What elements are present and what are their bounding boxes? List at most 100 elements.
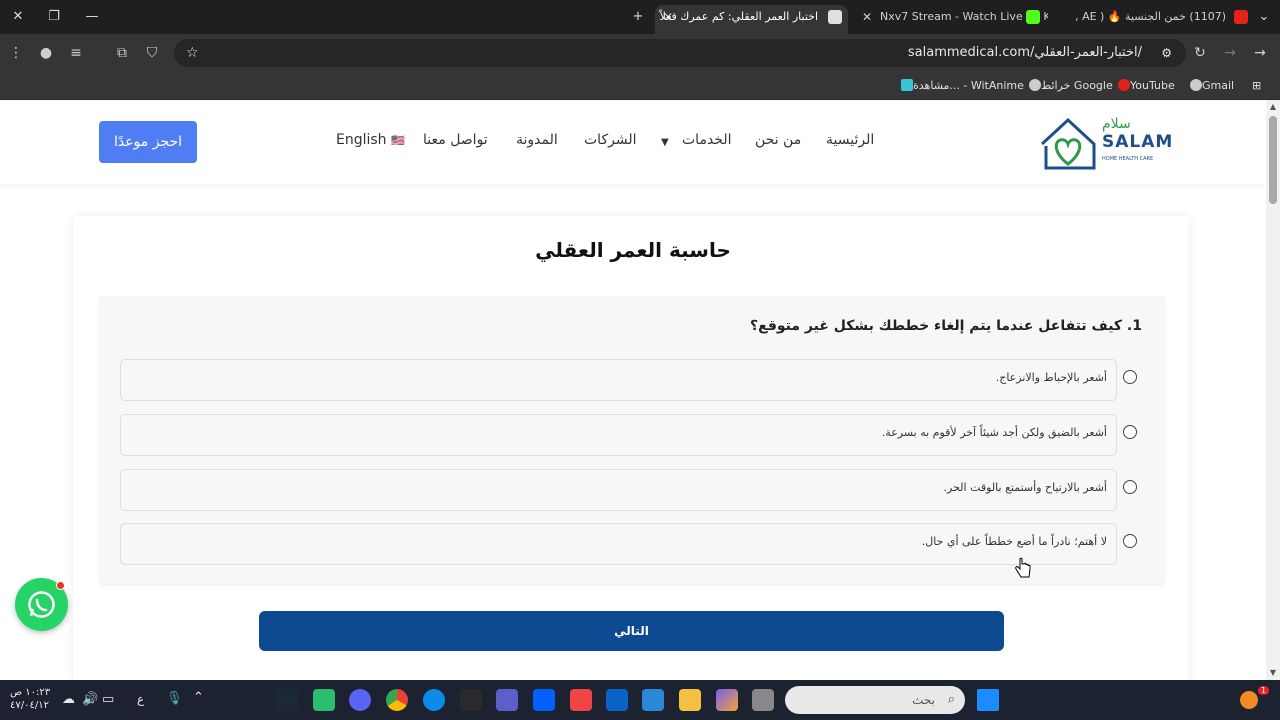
bookmark-star-icon[interactable]: ☆ (186, 39, 199, 67)
browser-tab-strip: ✕ ❐ — + ✕ (1107) خمن الجنسية 🔥 ( QA , AE… (0, 0, 1280, 34)
windows-taskbar: ١٠:٢٣ ص ٤٧/٠٤/١٢ ☁ 🔊 ▭ ع 🎙 ⌃ ⌕ بحث 1 (0, 680, 1280, 720)
tab-title: (1107) خمن الجنسية 🔥 ( QA , AE (1072, 10, 1226, 23)
nav-home[interactable]: الرئيسية (826, 132, 874, 148)
scroll-thumb[interactable] (1269, 116, 1277, 204)
microphone-icon[interactable]: 🎙 (166, 691, 183, 706)
nav-language[interactable]: English 🇺🇸 (336, 132, 405, 148)
witanime-icon (901, 79, 913, 91)
site-favicon-icon (828, 10, 842, 24)
answer-radio-1[interactable] (1123, 370, 1137, 384)
hand-cursor-icon (1015, 557, 1031, 578)
teams-icon[interactable] (496, 689, 518, 711)
back-icon[interactable]: → (1250, 43, 1270, 63)
clock-date: ٤٧/٠٤/١٢ (10, 700, 49, 711)
menu-icon[interactable]: ⋮ (6, 43, 26, 63)
taskbar-search[interactable]: ⌕ بحث (785, 686, 965, 714)
tray-chevron-icon[interactable]: ⌃ (193, 690, 204, 705)
bookmark-label: YouTube (1130, 79, 1175, 92)
scroll-up-icon[interactable]: ▲ (1269, 103, 1277, 111)
option-label: أشعر بالضيق ولكن أجد شيئاً آخر لأقوم به … (881, 426, 1107, 439)
nav-contact[interactable]: تواصل معنا (423, 132, 488, 148)
tab-search-chevron-icon[interactable]: ⌄ (1254, 8, 1274, 26)
kick-icon (1026, 10, 1040, 24)
services-dropdown-icon[interactable]: ▼ (661, 137, 669, 148)
forward-icon[interactable]: → (1220, 43, 1240, 63)
notification-count-badge: 1 (1258, 686, 1270, 695)
answer-option-4[interactable]: لا أهتم؛ نادراً ما أضع خططاً على أي حال. (120, 523, 1117, 565)
language-label: English (336, 132, 387, 148)
epic-games-icon[interactable] (460, 689, 482, 711)
steam-icon[interactable] (276, 689, 298, 711)
page-scrollbar[interactable]: ▲ ▼ (1266, 100, 1280, 680)
globe-icon (1029, 79, 1041, 91)
option-label: أشعر بالارتياح وأستمتع بالوقت الحر. (943, 481, 1108, 494)
site-settings-icon[interactable]: ⚙ (1161, 39, 1172, 67)
bookmark-label: خرائط Google (1041, 79, 1113, 92)
chrome-icon[interactable] (386, 689, 408, 711)
tab-youtube[interactable]: ✕ (1107) خمن الجنسية 🔥 ( QA , AE (1072, 5, 1248, 34)
answer-radio-3[interactable] (1123, 480, 1137, 494)
search-icon: ⌕ (947, 692, 955, 707)
store-icon[interactable] (642, 689, 664, 711)
media-controls-icon[interactable]: ≡ (66, 43, 86, 63)
answer-radio-4[interactable] (1123, 534, 1137, 548)
nav-services[interactable]: الخدمات (682, 132, 732, 148)
notification-app-icon[interactable] (1240, 691, 1258, 709)
address-bar[interactable]: ☆ salammedical.com/اختبار-العمر-العقلي/ … (174, 39, 1186, 67)
notification-dot (56, 581, 65, 590)
shield-extension-icon[interactable]: ⛉ (142, 43, 162, 63)
extensions-icon[interactable]: ⧉ (112, 43, 132, 63)
bookmark-google-maps[interactable]: خرائط Google (1025, 77, 1113, 95)
clock-time: ١٠:٢٣ ص (10, 687, 51, 698)
tab-close-icon[interactable]: ✕ (862, 5, 872, 29)
reload-icon[interactable]: ↻ (1190, 43, 1210, 63)
logo-brand: SALAM (1102, 132, 1174, 152)
answer-radio-2[interactable] (1123, 425, 1137, 439)
volume-icon[interactable]: 🔊 (82, 692, 98, 707)
answer-option-3[interactable]: أشعر بالارتياح وأستمتع بالوقت الحر. (120, 469, 1117, 511)
edge-icon[interactable] (423, 689, 445, 711)
minimize-window-icon[interactable]: — (82, 8, 102, 26)
file-explorer-icon[interactable] (679, 689, 701, 711)
cloud-icon[interactable]: ☁ (62, 692, 75, 707)
logo-tagline: HOME HEALTH CARE (1102, 156, 1154, 162)
tab-active-quiz[interactable]: ✕ اختبار العمر العقلي: كم عمرك فعلاً (655, 5, 848, 34)
new-tab-button[interactable]: + (628, 8, 648, 26)
option-label: لا أهتم؛ نادراً ما أضع خططاً على أي حال. (921, 535, 1107, 548)
salam-logo[interactable]: سلام SALAM HOME HEALTH CARE (1038, 114, 1172, 172)
taskbar-clock[interactable]: ١٠:٢٣ ص ٤٧/٠٤/١٢ (10, 686, 50, 712)
nav-blog[interactable]: المدونة (516, 132, 558, 148)
app-green-icon[interactable] (313, 689, 335, 711)
windows-start-icon[interactable] (977, 689, 999, 711)
search-placeholder: بحث (912, 693, 935, 707)
whatsapp-chat-button[interactable] (15, 578, 68, 631)
next-button[interactable]: التالي (259, 611, 1004, 651)
dropbox-icon[interactable] (533, 689, 555, 711)
nav-companies[interactable]: الشركات (584, 132, 636, 148)
globe-icon (1190, 79, 1202, 91)
input-language[interactable]: ع (137, 692, 144, 706)
scroll-down-icon[interactable]: ▼ (1269, 669, 1277, 677)
discord-icon[interactable] (349, 689, 371, 711)
bookmark-witanime[interactable]: مشاهدة... - WitAnime (897, 77, 1024, 95)
url-text: salammedical.com/اختبار-العمر-العقلي/ (907, 45, 1142, 60)
network-icon[interactable]: ▭ (102, 692, 114, 707)
app-gray-icon[interactable] (752, 689, 774, 711)
nav-about[interactable]: من نحن (755, 132, 801, 148)
bookmark-youtube[interactable]: YouTube (1114, 77, 1175, 95)
app-red-icon[interactable] (570, 689, 592, 711)
profile-avatar[interactable]: ● (36, 43, 56, 63)
answer-option-2[interactable]: أشعر بالضيق ولكن أجد شيئاً آخر لأقوم به … (120, 414, 1117, 456)
copilot-icon[interactable] (716, 689, 738, 711)
bookmark-label: مشاهدة... - WitAnime (913, 79, 1024, 92)
book-appointment-button[interactable]: احجز موعدًا (99, 121, 197, 163)
bookmark-gmail[interactable]: Gmail (1186, 77, 1234, 95)
us-flag-icon: 🇺🇸 (391, 134, 405, 147)
apps-grid-icon[interactable]: ⊞ (1252, 77, 1261, 95)
tab-kick[interactable]: ✕ Nxv7 Stream - Watch Live on Ki (862, 5, 1048, 34)
question-text: 1. كيف تتفاعل عندما يتم إلغاء خططك بشكل … (750, 318, 1142, 334)
answer-option-1[interactable]: أشعر بالإحباط والانزعاج. (120, 359, 1117, 401)
outlook-icon[interactable] (606, 689, 628, 711)
close-window-icon[interactable]: ✕ (8, 8, 28, 26)
restore-window-icon[interactable]: ❐ (44, 8, 64, 26)
